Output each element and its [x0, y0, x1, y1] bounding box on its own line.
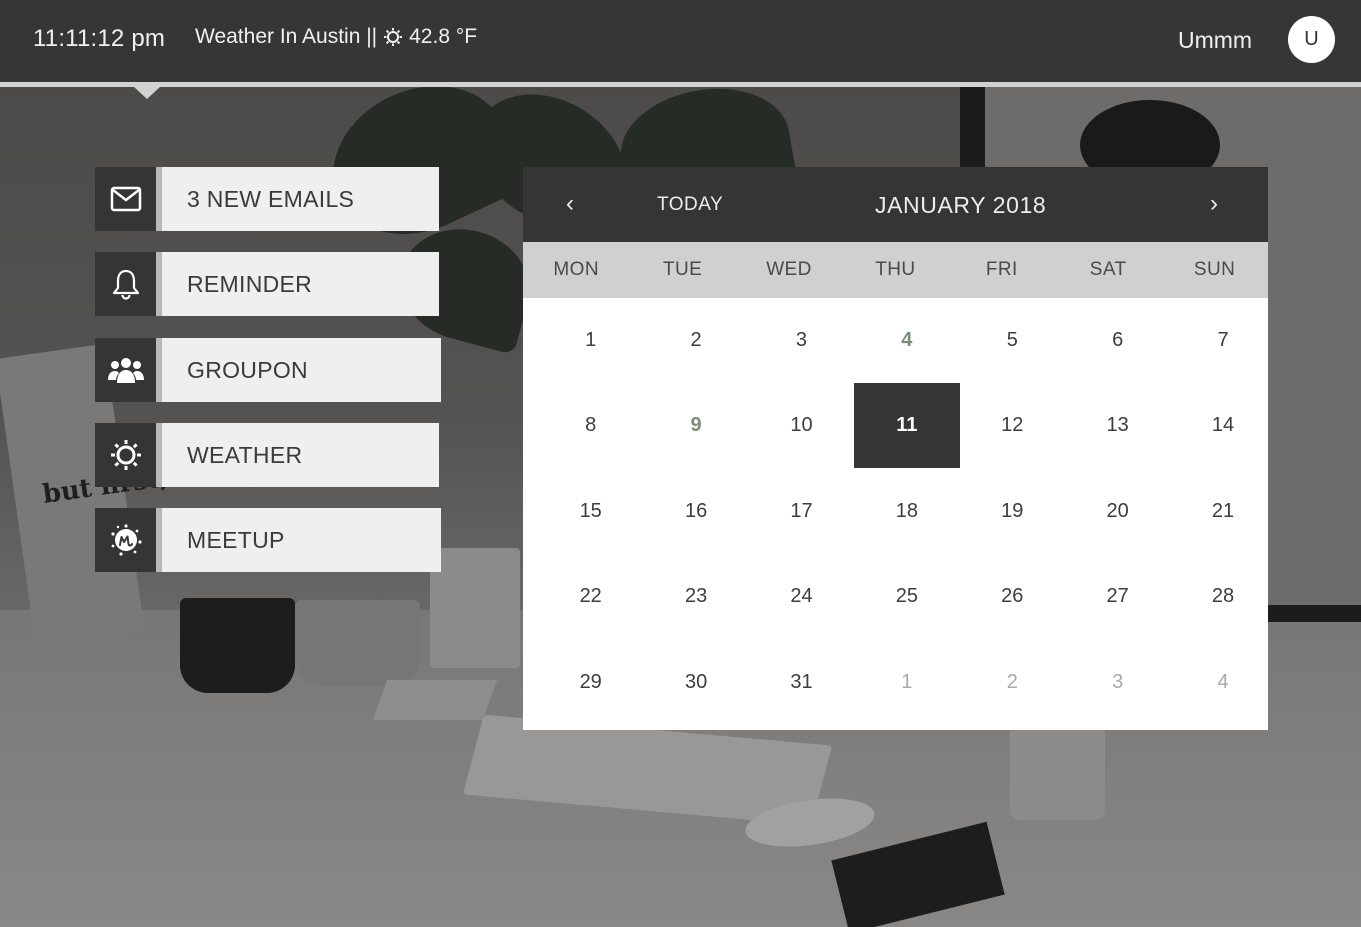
sun-icon: [383, 27, 403, 47]
weekday-label: FRI: [985, 259, 1018, 280]
top-bar-divider: [0, 82, 1361, 87]
calendar-day[interactable]: 13: [1065, 383, 1170, 468]
calendar-day[interactable]: 27: [1065, 554, 1170, 639]
calendar-day[interactable]: 29: [538, 640, 643, 725]
candle-jar: [430, 548, 520, 668]
calendar-day[interactable]: 20: [1065, 469, 1170, 554]
calendar-day[interactable]: 8: [538, 383, 643, 468]
calendar: ‹ TODAY JANUARY 2018 › MON TUE WED THU F…: [523, 167, 1268, 730]
marble-coaster: [372, 680, 498, 720]
calendar-day[interactable]: 1: [854, 640, 959, 725]
top-bar: 11:11:12 pm Weather In Austin || 42.8 °F…: [0, 0, 1361, 82]
calendar-day[interactable]: 31: [749, 640, 854, 725]
clock: 11:11:12 pm: [33, 25, 166, 52]
sun-icon: [95, 423, 156, 487]
calendar-day[interactable]: 16: [643, 469, 748, 554]
calendar-day[interactable]: 21: [1170, 469, 1275, 554]
calendar-day[interactable]: 4: [1170, 640, 1275, 725]
weather-label: Weather In Austin ||: [195, 25, 378, 48]
weekday-label: MON: [553, 259, 599, 280]
menu-caret-icon: [133, 86, 161, 99]
calendar-day[interactable]: 1: [538, 298, 643, 383]
calendar-day[interactable]: 17: [749, 469, 854, 554]
tile-label: 3 NEW EMAILS: [162, 167, 439, 231]
tile-meetup[interactable]: MEETUP: [95, 508, 441, 572]
calendar-day[interactable]: 5: [960, 298, 1065, 383]
calendar-header: ‹ TODAY JANUARY 2018 ›: [523, 167, 1268, 242]
calendar-day[interactable]: 12: [960, 383, 1065, 468]
plant-pot: [295, 600, 420, 685]
user-name[interactable]: Ummm: [1178, 27, 1252, 54]
coffee-cup: [1010, 730, 1105, 820]
plant-pot: [180, 598, 295, 693]
chevron-right-icon[interactable]: ›: [1199, 189, 1229, 219]
envelope-icon: [95, 167, 156, 231]
calendar-day[interactable]: 9: [643, 383, 748, 468]
weekday-label: SAT: [1089, 259, 1127, 280]
calendar-day[interactable]: 18: [854, 469, 959, 554]
meetup-icon: [95, 508, 156, 572]
weekday-label: TUE: [662, 259, 703, 280]
tile-label: GROUPON: [162, 338, 441, 402]
calendar-week-row: 22 23 24 25 26 27 28: [538, 554, 1278, 639]
calendar-day[interactable]: 24: [749, 554, 854, 639]
calendar-day[interactable]: 7: [1170, 298, 1275, 383]
calendar-week-row: 1234567: [538, 298, 1278, 383]
calendar-week-row: 15 16 17 18 19 20 21: [538, 469, 1278, 554]
bell-icon: [95, 252, 156, 316]
calendar-day[interactable]: 2: [643, 298, 748, 383]
calendar-grid: 1 2 3 4 5 6 7 8 9 10 11 12 13 14 15 16 17 18 19 20 21 22 23 24 2…: [538, 298, 1278, 725]
temperature: 42.8 °F: [409, 25, 478, 48]
weather-summary[interactable]: Weather In Austin || 42.8 °F: [195, 25, 477, 49]
calendar-day[interactable]: 30: [643, 640, 748, 725]
weekday-header: MON TUE WED THU FRI SAT SUN: [523, 242, 1268, 298]
tile-emails[interactable]: 3 NEW EMAILS: [95, 167, 439, 231]
calendar-day-selected[interactable]: 11: [854, 383, 960, 469]
tile-weather[interactable]: WEATHER: [95, 423, 439, 487]
avatar[interactable]: U: [1288, 16, 1335, 63]
calendar-day[interactable]: 15: [538, 469, 643, 554]
calendar-day[interactable]: 3: [749, 298, 854, 383]
calendar-day[interactable]: 4: [854, 298, 959, 383]
calendar-day[interactable]: 26: [960, 554, 1065, 639]
calendar-day[interactable]: 28: [1170, 554, 1275, 639]
calendar-day[interactable]: 6: [1065, 298, 1170, 383]
calendar-day[interactable]: 2: [960, 640, 1065, 725]
group-icon: [95, 338, 156, 402]
weekday-label: THU: [875, 259, 916, 280]
tile-label: MEETUP: [162, 508, 441, 572]
tile-groupon[interactable]: GROUPON: [95, 338, 441, 402]
calendar-day[interactable]: 25: [854, 554, 959, 639]
calendar-week-row: 29 30 31 1 2 3 4: [538, 640, 1278, 725]
calendar-day[interactable]: 3: [1065, 640, 1170, 725]
today-button[interactable]: TODAY: [657, 194, 723, 216]
calendar-day[interactable]: 22: [538, 554, 643, 639]
calendar-day[interactable]: 14: [1170, 383, 1275, 468]
weekday-label: SUN: [1193, 259, 1236, 280]
calendar-week-row: 8 9 10 11 12 13 14: [538, 383, 1278, 469]
weekday-label: WED: [766, 259, 812, 280]
calendar-day[interactable]: 10: [749, 383, 854, 468]
tile-label: WEATHER: [162, 423, 439, 487]
calendar-day[interactable]: 23: [643, 554, 748, 639]
calendar-day[interactable]: 19: [960, 469, 1065, 554]
chevron-left-icon[interactable]: ‹: [555, 189, 585, 219]
tile-reminder[interactable]: REMINDER: [95, 252, 439, 316]
tile-label: REMINDER: [162, 252, 439, 316]
calendar-month-title: JANUARY 2018: [875, 192, 1047, 218]
